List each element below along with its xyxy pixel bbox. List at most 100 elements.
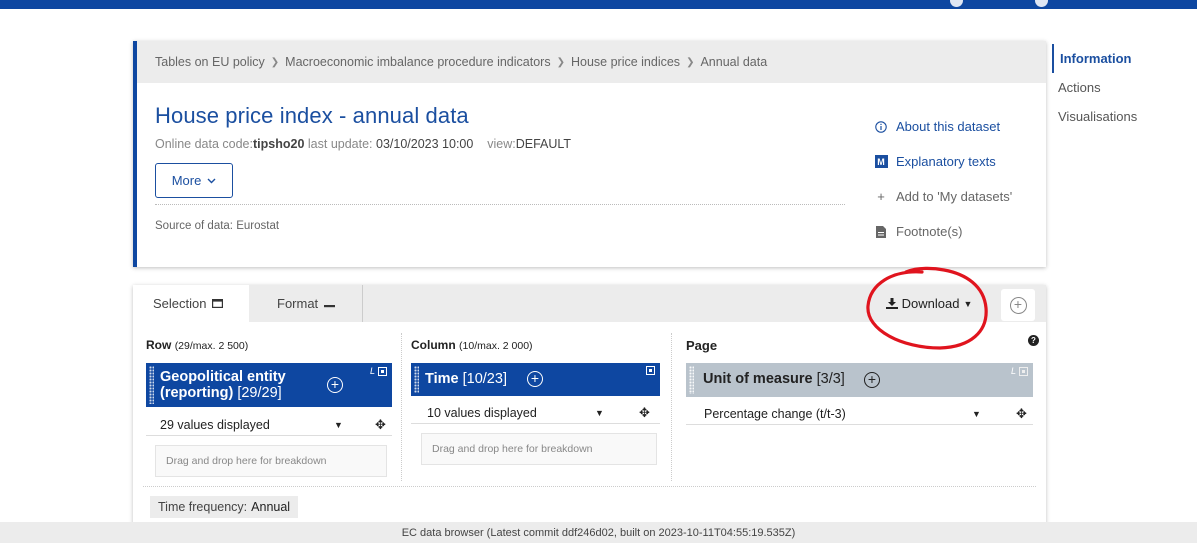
- row-breakdown-dropzone[interactable]: Drag and drop here for breakdown: [155, 445, 387, 477]
- geo-count: [29/29]: [237, 385, 282, 401]
- column-divider: [401, 333, 402, 481]
- geo-values-label: 29 values displayed: [160, 417, 270, 432]
- move-icon[interactable]: ✥: [375, 417, 386, 433]
- column-title: Column: [411, 338, 456, 352]
- time-values-label: 10 values displayed: [427, 405, 537, 420]
- lock-letter: L: [1010, 366, 1016, 376]
- tab-bar: Selection Format Download ▼ +: [133, 285, 1046, 322]
- breadcrumb-item[interactable]: House price indices: [571, 55, 680, 69]
- metadata-icon: M: [874, 155, 888, 168]
- update-label: last update:: [307, 137, 373, 151]
- nav-visualisations[interactable]: Visualisations: [1052, 102, 1137, 131]
- row-limit: (29/max. 2 500): [174, 340, 249, 352]
- column-section-label: Column (10/max. 2 000): [411, 338, 533, 352]
- unit-name: Unit of measure: [703, 371, 813, 387]
- dimension-geo[interactable]: Geopolitical entity (reporting) [29/29] …: [146, 363, 392, 407]
- dataset-header-card: Tables on EU policy ❯ Macroeconomic imba…: [133, 41, 1046, 267]
- chevron-right-icon: ❯: [270, 56, 280, 68]
- breadcrumb: Tables on EU policy ❯ Macroeconomic imba…: [137, 41, 1046, 83]
- column-divider: [671, 333, 672, 481]
- row-section-label: Row (29/max. 2 500): [146, 338, 248, 352]
- divider: [143, 486, 1036, 487]
- help-icon[interactable]: ?: [1028, 335, 1039, 346]
- chevron-down-icon: [207, 178, 216, 183]
- dataset-actions: About this dataset M Explanatory texts +…: [874, 109, 1049, 249]
- document-icon: [874, 225, 888, 238]
- add-to-my-datasets-label: Add to 'My datasets': [896, 189, 1013, 204]
- last-update-value: 03/10/2023 10:00: [376, 137, 474, 151]
- info-icon: [874, 120, 888, 133]
- right-navigation: Information Actions Visualisations: [1052, 44, 1137, 131]
- dimension-corner: L: [370, 366, 387, 376]
- footnotes-label: Footnote(s): [896, 224, 963, 239]
- dimension-unit[interactable]: Unit of measure [3/3] + L: [686, 363, 1033, 397]
- language-icon[interactable]: [1035, 0, 1048, 7]
- add-to-my-datasets-link[interactable]: + Add to 'My datasets': [874, 179, 1049, 214]
- window-icon: [212, 299, 224, 308]
- time-frequency-label: Time frequency:: [158, 500, 248, 514]
- download-button[interactable]: Download ▼: [875, 289, 983, 318]
- explanatory-texts-link[interactable]: M Explanatory texts: [874, 144, 1049, 179]
- view-value: DEFAULT: [515, 137, 572, 151]
- about-dataset-link[interactable]: About this dataset: [874, 109, 1049, 144]
- geo-name-line1: Geopolitical entity: [160, 369, 286, 385]
- move-icon[interactable]: ✥: [1016, 406, 1027, 422]
- code-label: Online data code:: [155, 137, 253, 151]
- geo-name-line2: (reporting): [160, 385, 234, 401]
- nav-actions[interactable]: Actions: [1052, 73, 1137, 102]
- dimension-corner: L: [1011, 366, 1028, 376]
- breadcrumb-item[interactable]: Macroeconomic imbalance procedure indica…: [285, 55, 550, 69]
- dimension-time[interactable]: Time [10/23] +: [411, 363, 660, 396]
- time-count: [10/23]: [462, 371, 507, 387]
- chevron-right-icon: ❯: [686, 56, 695, 68]
- more-button-label: More: [171, 173, 202, 188]
- expand-icon[interactable]: [1019, 366, 1028, 376]
- footnotes-link[interactable]: Footnote(s): [874, 214, 1049, 249]
- dataset-code: tipsho20: [253, 137, 305, 151]
- plus-icon: +: [877, 189, 885, 204]
- unit-count: [3/3]: [816, 371, 845, 387]
- time-frequency-filter[interactable]: Time frequency: Annual: [150, 496, 299, 518]
- view-label: view:: [487, 137, 516, 151]
- more-button[interactable]: More: [155, 163, 233, 198]
- breadcrumb-item[interactable]: Annual data: [700, 55, 767, 69]
- minimize-icon: [324, 305, 336, 308]
- nav-information[interactable]: Information: [1052, 44, 1137, 73]
- add-circle-icon[interactable]: +: [527, 371, 543, 387]
- expand-icon[interactable]: [378, 366, 387, 376]
- chevron-right-icon: ❯: [556, 56, 565, 68]
- tab-selection[interactable]: Selection: [133, 285, 249, 322]
- add-circle-icon[interactable]: +: [864, 372, 880, 388]
- tab-format-label: Format: [277, 296, 319, 311]
- selection-panel: Selection Format Download ▼ + Row (29/ma…: [133, 285, 1046, 530]
- caret-down-icon: ▼: [334, 419, 343, 430]
- caret-down-icon: ▼: [963, 298, 973, 309]
- unit-value-dropdown[interactable]: Percentage change (t/t-3) ▼ ✥: [686, 403, 1033, 425]
- add-circle-icon[interactable]: +: [327, 377, 343, 393]
- page-title: House price index - annual data: [155, 103, 469, 128]
- dimension-corner: [646, 366, 655, 375]
- dataset-meta: Online data code:tipsho20 last update: 0…: [155, 137, 571, 151]
- breadcrumb-item[interactable]: Tables on EU policy: [155, 55, 265, 69]
- column-limit: (10/max. 2 000): [459, 340, 533, 352]
- page-section-label: Page: [686, 338, 718, 353]
- drag-handle-icon[interactable]: [149, 366, 154, 404]
- column-breakdown-dropzone[interactable]: Drag and drop here for breakdown: [421, 433, 657, 465]
- top-bar: [0, 0, 1197, 9]
- add-circle-icon: +: [1009, 296, 1027, 314]
- row-title: Row: [146, 338, 172, 352]
- drag-handle-icon[interactable]: [414, 366, 419, 393]
- add-view-button[interactable]: +: [1001, 289, 1035, 321]
- drag-handle-icon[interactable]: [689, 366, 694, 394]
- expand-icon[interactable]: [646, 366, 655, 375]
- tab-format[interactable]: Format: [257, 285, 363, 322]
- about-dataset-label: About this dataset: [896, 119, 1001, 134]
- source-label: Source of data:: [155, 220, 233, 232]
- caret-down-icon: ▼: [595, 407, 604, 418]
- time-values-dropdown[interactable]: 10 values displayed ▼ ✥: [411, 402, 660, 424]
- move-icon[interactable]: ✥: [639, 405, 650, 421]
- source-value: Eurostat: [236, 220, 280, 232]
- time-frequency-value: Annual: [251, 500, 291, 514]
- geo-values-dropdown[interactable]: 29 values displayed ▼ ✥: [146, 414, 392, 436]
- user-icon[interactable]: [950, 0, 963, 7]
